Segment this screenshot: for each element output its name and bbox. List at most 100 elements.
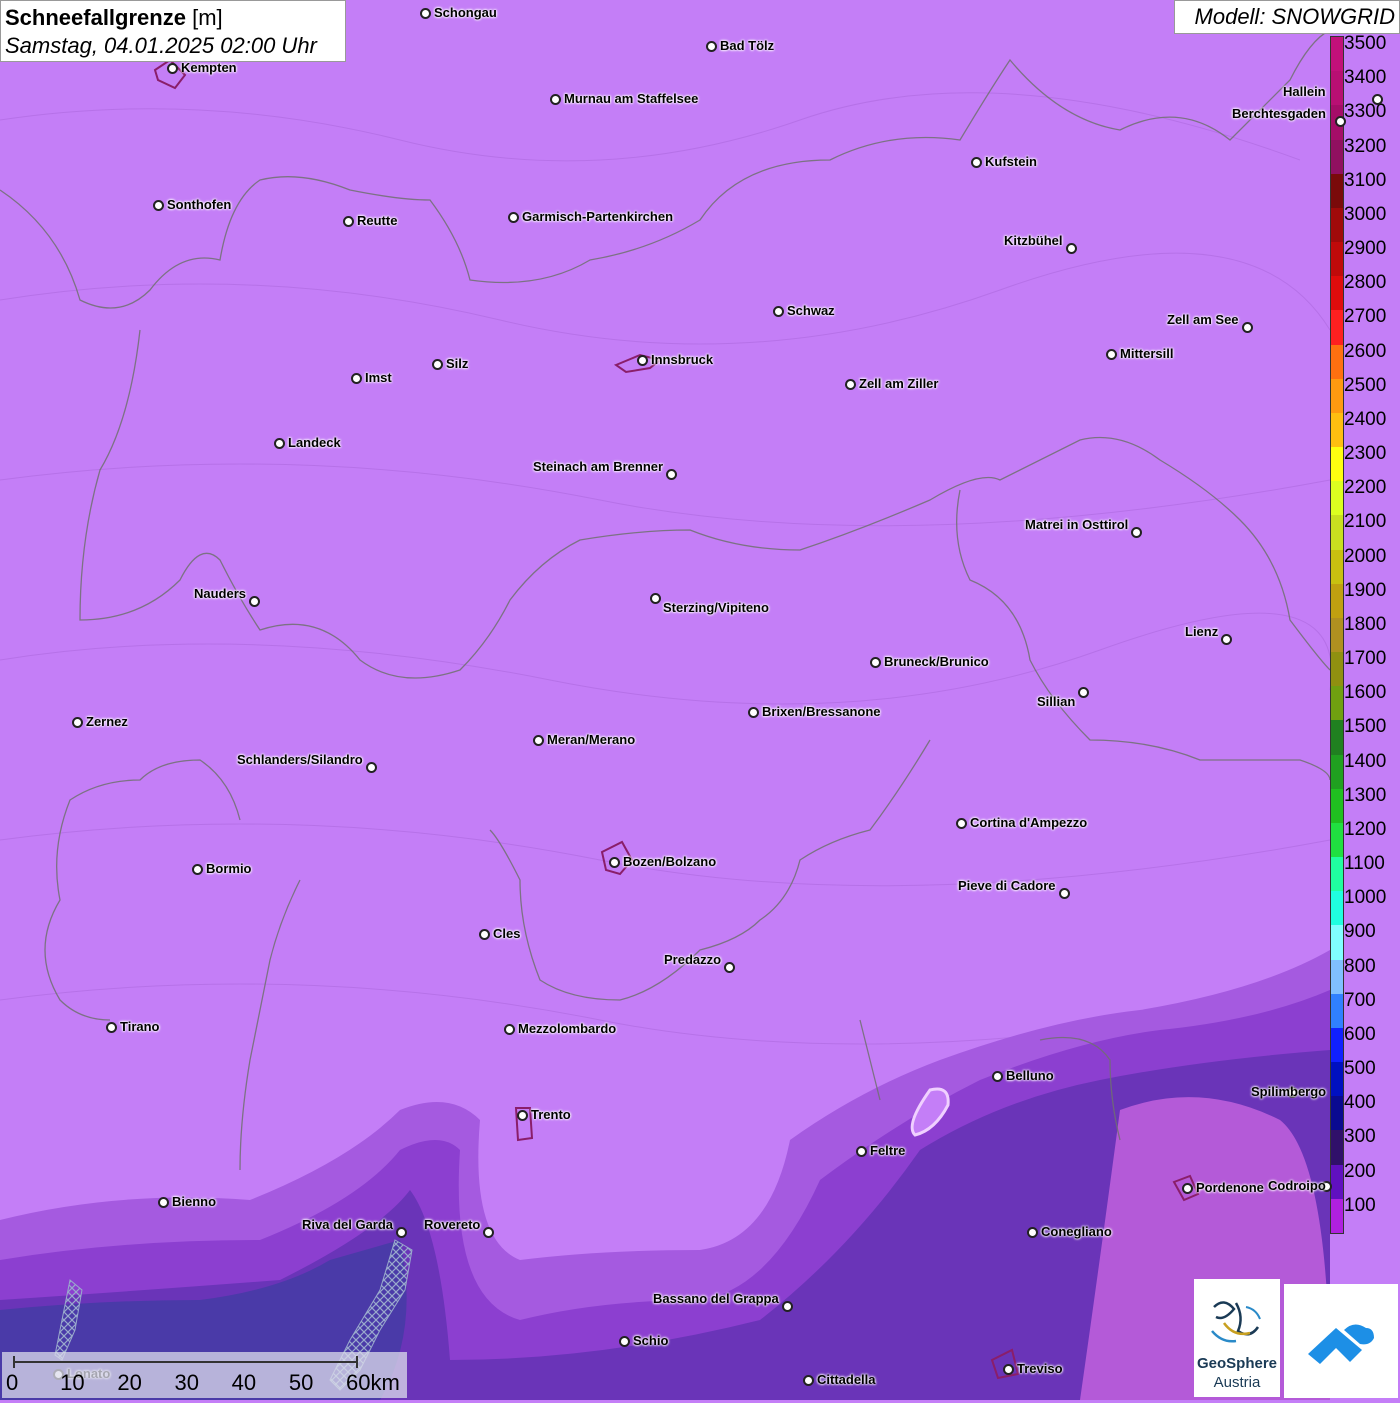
city-label: Reutte <box>357 213 398 228</box>
city-marker-icon[interactable] <box>1027 1227 1038 1238</box>
legend-label: 100 <box>1344 1194 1376 1216</box>
legend-swatch <box>1331 71 1343 106</box>
city-marker-icon[interactable] <box>1078 687 1089 698</box>
city-marker-icon[interactable] <box>971 157 982 168</box>
snow-app-logo[interactable] <box>1284 1284 1398 1398</box>
city-marker-icon[interactable] <box>1335 116 1346 127</box>
scale-label: 30 <box>174 1370 199 1395</box>
city-marker-icon[interactable] <box>666 469 677 480</box>
city-marker-icon[interactable] <box>153 200 164 211</box>
city-marker-icon[interactable] <box>856 1146 867 1157</box>
city-marker-icon[interactable] <box>479 929 490 940</box>
city-marker-icon[interactable] <box>706 41 717 52</box>
scale-label: 60km <box>346 1370 400 1395</box>
city-marker-icon[interactable] <box>192 864 203 875</box>
city-marker-icon[interactable] <box>870 657 881 668</box>
legend-label: 1100 <box>1344 853 1385 875</box>
legend-label: 700 <box>1344 989 1376 1011</box>
city-marker-icon[interactable] <box>533 735 544 746</box>
legend-swatch <box>1331 447 1343 482</box>
city-marker-icon[interactable] <box>637 355 648 366</box>
city-label: Sonthofen <box>167 197 232 212</box>
city-marker-icon[interactable] <box>1182 1183 1193 1194</box>
city-label: Garmisch-Partenkirchen <box>522 209 674 224</box>
city-marker-icon[interactable] <box>1003 1364 1014 1375</box>
city-marker-icon[interactable] <box>343 216 354 227</box>
legend-swatch <box>1331 822 1343 858</box>
city-label: Belluno <box>1006 1068 1054 1083</box>
city-label: Matrei in Osttirol <box>1025 517 1129 532</box>
city-marker-icon[interactable] <box>420 8 431 19</box>
city-label: Spilimbergo <box>1251 1084 1327 1099</box>
city-marker-icon[interactable] <box>106 1022 117 1033</box>
city-marker-icon[interactable] <box>609 857 620 868</box>
legend-label: 2100 <box>1344 511 1387 533</box>
city-marker-icon[interactable] <box>724 962 735 973</box>
city-marker-icon[interactable] <box>366 762 377 773</box>
title-label: Schneefallgrenze <box>5 5 186 30</box>
map-title: Schneefallgrenze [m] <box>5 4 341 32</box>
city-label: Berchtesgaden <box>1232 106 1326 121</box>
city-marker-icon[interactable] <box>1106 349 1117 360</box>
city-marker-icon[interactable] <box>992 1071 1003 1082</box>
city-marker-icon[interactable] <box>517 1110 528 1121</box>
city-label: Imst <box>365 370 392 385</box>
city-marker-icon[interactable] <box>274 438 285 449</box>
city-marker-icon[interactable] <box>396 1227 407 1238</box>
city-marker-icon[interactable] <box>748 707 759 718</box>
legend-label: 3500 <box>1344 33 1387 54</box>
city-marker-icon[interactable] <box>956 818 967 829</box>
city-label: Bruneck/Brunico <box>884 654 989 669</box>
city-label: Schio <box>633 1333 669 1348</box>
legend-label: 2800 <box>1344 272 1387 294</box>
geosphere-subname: Austria <box>1213 1374 1261 1391</box>
city-marker-icon[interactable] <box>167 63 178 74</box>
legend-label: 3000 <box>1344 203 1387 225</box>
city-label: Innsbruck <box>651 352 714 367</box>
legend-swatch <box>1331 515 1343 551</box>
city-marker-icon[interactable] <box>1066 243 1077 254</box>
city-marker-icon[interactable] <box>504 1024 515 1035</box>
legend-label: 400 <box>1344 1092 1376 1114</box>
city-label: Zell am See <box>1167 312 1239 327</box>
city-marker-icon[interactable] <box>351 373 362 384</box>
legend-swatch <box>1331 891 1343 926</box>
city-marker-icon[interactable] <box>483 1227 494 1238</box>
legend-swatch <box>1331 378 1343 414</box>
city-marker-icon[interactable] <box>1221 634 1232 645</box>
legend-swatch <box>1331 310 1343 346</box>
city-label: Rovereto <box>424 1217 481 1232</box>
scale-label: 0 <box>6 1370 19 1395</box>
city-label: Pordenone <box>1196 1180 1264 1195</box>
city-marker-icon[interactable] <box>158 1197 169 1208</box>
city-marker-icon[interactable] <box>619 1336 630 1347</box>
city-marker-icon[interactable] <box>550 94 561 105</box>
legend-label: 300 <box>1344 1126 1376 1148</box>
city-marker-icon[interactable] <box>1372 94 1383 105</box>
city-marker-icon[interactable] <box>1059 888 1070 899</box>
scale-label: 10 <box>60 1370 85 1395</box>
geosphere-logo-icon <box>1211 1301 1261 1343</box>
city-marker-icon[interactable] <box>72 717 83 728</box>
city-marker-icon[interactable] <box>508 212 519 223</box>
city-marker-icon[interactable] <box>249 596 260 607</box>
city-marker-icon[interactable] <box>782 1301 793 1312</box>
city-label: Codroipo <box>1268 1178 1326 1193</box>
city-label: Trento <box>531 1107 571 1122</box>
city-marker-icon[interactable] <box>432 359 443 370</box>
city-marker-icon[interactable] <box>845 379 856 390</box>
city-label: Zell am Ziller <box>859 376 939 391</box>
legend-swatch <box>1331 173 1343 209</box>
city-marker-icon[interactable] <box>803 1375 814 1386</box>
city-marker-icon[interactable] <box>1131 527 1142 538</box>
snow-app-icon <box>1308 1324 1374 1364</box>
city-marker-icon[interactable] <box>773 306 784 317</box>
city-marker-icon[interactable] <box>650 593 661 604</box>
city-label: Feltre <box>870 1143 906 1158</box>
city-label: Sterzing/Vipiteno <box>663 600 769 615</box>
city-label: Bassano del Grappa <box>653 1291 779 1306</box>
city-marker-icon[interactable] <box>1242 322 1253 333</box>
geosphere-logo[interactable]: GeoSphere Austria <box>1194 1279 1280 1397</box>
legend-swatch <box>1331 788 1343 824</box>
legend-swatch <box>1331 1027 1343 1063</box>
